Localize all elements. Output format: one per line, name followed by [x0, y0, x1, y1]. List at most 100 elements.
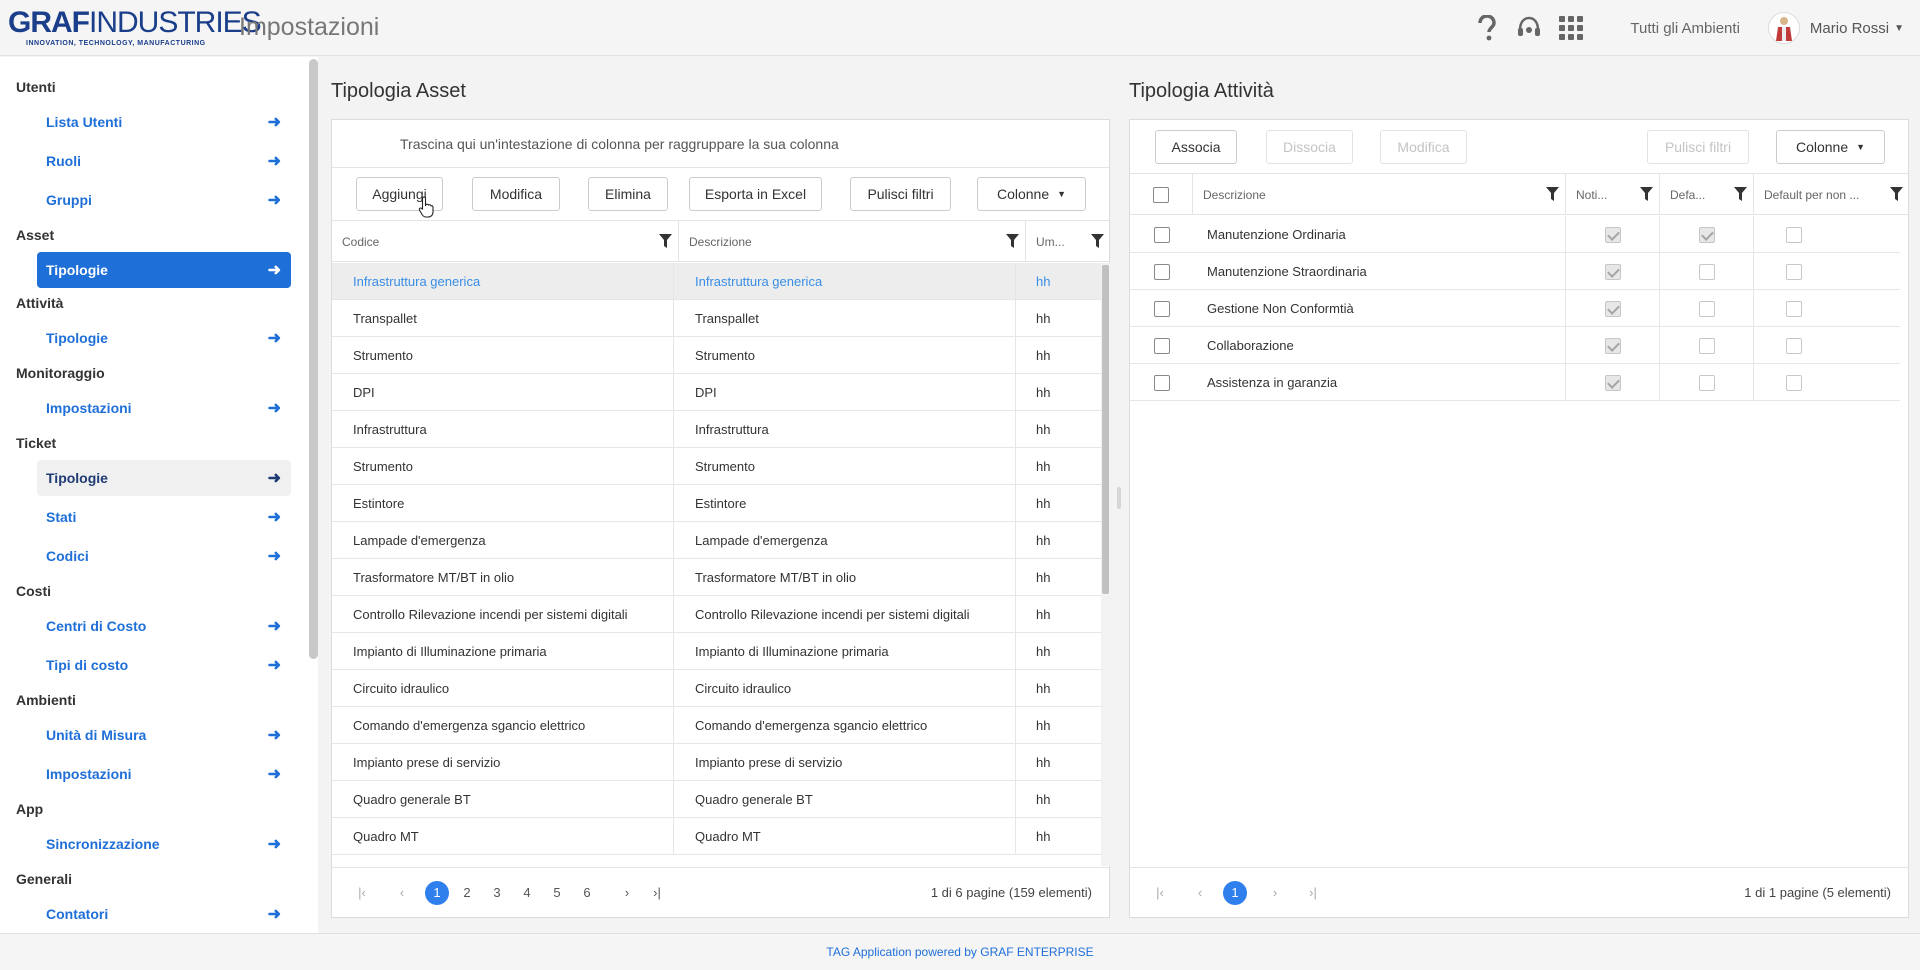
help-icon[interactable]	[1470, 11, 1504, 45]
row-select-checkbox[interactable]	[1153, 374, 1170, 391]
column-header-um[interactable]: Um...	[1026, 221, 1110, 262]
table-row[interactable]: Quadro MT Quadro MT hh	[332, 818, 1101, 855]
page-1[interactable]: 1	[425, 880, 449, 905]
columns-button[interactable]: Colonne ▼	[1776, 130, 1885, 164]
sidebar-item-monitoraggio-impostazioni[interactable]: Impostazioni ➜	[37, 390, 291, 426]
sidebar-group-utenti: Utenti	[16, 79, 56, 95]
row-select-checkbox[interactable]	[1153, 226, 1170, 243]
sidebar-item-tipi-di-costo[interactable]: Tipi di costo ➜	[37, 647, 291, 683]
select-all-checkbox-cell[interactable]	[1130, 174, 1193, 215]
column-header-descrizione[interactable]: Descrizione	[1193, 174, 1566, 215]
select-all-checkbox[interactable]	[1153, 186, 1169, 203]
row-select-cell[interactable]	[1130, 364, 1193, 401]
table-row[interactable]: Estintore Estintore hh	[332, 485, 1101, 522]
table-row[interactable]: Comando d'emergenza sgancio elettrico Com…	[332, 707, 1101, 744]
page-2[interactable]: 2	[452, 885, 482, 900]
prev-page-icon[interactable]: ‹	[1185, 885, 1215, 900]
asset-grid-scroll-thumb[interactable]	[1102, 265, 1109, 594]
graf-industries-logo[interactable]: GRAFINDUSTRIES INNOVATION, TECHNOLOGY, M…	[8, 5, 262, 51]
sidebar-item-ruoli[interactable]: Ruoli ➜	[37, 143, 291, 179]
page-6[interactable]: 6	[572, 885, 602, 900]
column-header-descrizione[interactable]: Descrizione	[679, 221, 1026, 262]
sidebar-item-label: Impostazioni	[46, 400, 132, 416]
first-page-icon[interactable]: |‹	[347, 885, 377, 900]
filter-icon[interactable]	[1546, 187, 1559, 204]
row-select-cell[interactable]	[1130, 290, 1193, 327]
column-header-defa[interactable]: Defa...	[1660, 174, 1754, 215]
column-header-codice[interactable]: Codice	[332, 221, 679, 262]
filter-icon[interactable]	[1091, 234, 1104, 251]
sidebar-item-ambienti-impostazioni[interactable]: Impostazioni ➜	[37, 756, 291, 792]
sidebar-item-attivita-tipologie[interactable]: Tipologie ➜	[37, 320, 291, 356]
row-select-checkbox[interactable]	[1153, 263, 1170, 280]
next-page-icon[interactable]: ›	[612, 885, 642, 900]
sidebar-item-asset-tipologie[interactable]: Tipologie ➜	[37, 252, 291, 288]
edit-button[interactable]: Modifica	[472, 177, 560, 211]
table-row[interactable]: Lampade d'emergenza Lampade d'emergenza hh	[332, 522, 1101, 559]
filter-icon[interactable]	[1640, 187, 1653, 204]
sidebar-scrollbar[interactable]	[309, 59, 318, 659]
sidebar-item-gruppi[interactable]: Gruppi ➜	[37, 182, 291, 218]
last-page-icon[interactable]: ›|	[1298, 885, 1328, 900]
headset-icon[interactable]	[1512, 11, 1546, 45]
filter-icon[interactable]	[1734, 187, 1747, 204]
clear-filters-button[interactable]: Pulisci filtri	[1647, 130, 1749, 164]
table-row[interactable]: Transpallet Transpallet hh	[332, 300, 1101, 337]
edit-button[interactable]: Modifica	[1380, 130, 1467, 164]
table-row[interactable]: Infrastruttura Infrastruttura hh	[332, 411, 1101, 448]
next-page-icon[interactable]: ›	[1260, 885, 1290, 900]
table-row[interactable]: Circuito idraulico Circuito idraulico hh	[332, 670, 1101, 707]
clear-filters-button[interactable]: Pulisci filtri	[850, 177, 951, 211]
table-row[interactable]: Manutenzione Ordinaria	[1130, 216, 1900, 253]
table-row[interactable]: Manutenzione Straordinaria	[1130, 253, 1900, 290]
sidebar-item-sincronizzazione[interactable]: Sincronizzazione ➜	[37, 826, 291, 862]
sidebar-item-ticket-tipologie[interactable]: Tipologie ➜	[37, 460, 291, 496]
delete-button[interactable]: Elimina	[588, 177, 668, 211]
table-row[interactable]: Assistenza in garanzia	[1130, 364, 1900, 401]
prev-page-icon[interactable]: ‹	[387, 885, 417, 900]
table-row[interactable]: Infrastruttura generica Infrastruttura ge…	[332, 263, 1101, 300]
table-row[interactable]: Strumento Strumento hh	[332, 337, 1101, 374]
row-select-cell[interactable]	[1130, 327, 1193, 364]
sidebar-item-ticket-stati[interactable]: Stati ➜	[37, 499, 291, 535]
panel-splitter-handle[interactable]	[1117, 487, 1121, 509]
column-header-default-per-non[interactable]: Default per non ...	[1754, 174, 1909, 215]
row-select-checkbox[interactable]	[1153, 300, 1170, 317]
page-3[interactable]: 3	[482, 885, 512, 900]
table-row[interactable]: Gestione Non Conformtià	[1130, 290, 1900, 327]
sidebar-item-unita-di-misura[interactable]: Unità di Misura ➜	[37, 717, 291, 753]
group-panel-hint[interactable]: Trascina qui un'intestazione di colonna …	[332, 120, 1109, 168]
table-row[interactable]: Collaborazione	[1130, 327, 1900, 364]
user-menu[interactable]: Mario Rossi ▼	[1767, 12, 1904, 44]
sidebar-item-contatori[interactable]: Contatori ➜	[37, 896, 291, 932]
dissociate-button[interactable]: Dissocia	[1266, 130, 1353, 164]
table-row[interactable]: Strumento Strumento hh	[332, 448, 1101, 485]
apps-grid-icon[interactable]	[1554, 11, 1588, 45]
filter-icon[interactable]	[1006, 234, 1019, 251]
sidebar-item-ticket-codici[interactable]: Codici ➜	[37, 538, 291, 574]
table-row[interactable]: Controllo Rilevazione incendi per sistem…	[332, 596, 1101, 633]
sidebar-item-centri-di-costo[interactable]: Centri di Costo ➜	[37, 608, 291, 644]
columns-button[interactable]: Colonne ▼	[977, 177, 1086, 211]
first-page-icon[interactable]: |‹	[1145, 885, 1175, 900]
table-row[interactable]: Impianto di Illuminazione primaria Impian…	[332, 633, 1101, 670]
filter-icon[interactable]	[1890, 187, 1903, 204]
filter-icon[interactable]	[659, 234, 672, 251]
row-select-checkbox[interactable]	[1153, 337, 1170, 354]
export-excel-button[interactable]: Esporta in Excel	[689, 177, 822, 211]
row-select-cell[interactable]	[1130, 253, 1193, 290]
last-page-icon[interactable]: ›|	[642, 885, 672, 900]
sidebar-item-lista-utenti[interactable]: Lista Utenti ➜	[37, 104, 291, 140]
table-row[interactable]: DPI DPI hh	[332, 374, 1101, 411]
page-5[interactable]: 5	[542, 885, 572, 900]
column-header-noti[interactable]: Noti...	[1566, 174, 1660, 215]
table-row[interactable]: Impianto prese di servizio Impianto prese…	[332, 744, 1101, 781]
environment-selector[interactable]: Tutti gli Ambienti	[1630, 20, 1740, 37]
asset-grid-scrollbar[interactable]	[1101, 263, 1110, 866]
table-row[interactable]: Trasformatore MT/BT in olio Trasformatore…	[332, 559, 1101, 596]
table-row[interactable]: Quadro generale BT Quadro generale BT hh	[332, 781, 1101, 818]
page-4[interactable]: 4	[512, 885, 542, 900]
page-1[interactable]: 1	[1223, 880, 1247, 905]
associate-button[interactable]: Associa	[1155, 130, 1237, 164]
row-select-cell[interactable]	[1130, 216, 1193, 253]
